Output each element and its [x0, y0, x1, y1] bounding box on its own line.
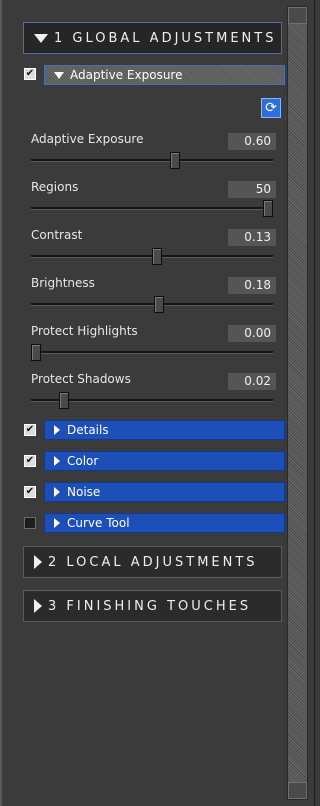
slider-track[interactable] [31, 159, 273, 162]
slider-thumb[interactable] [58, 392, 69, 409]
subsection-checkbox[interactable] [24, 517, 36, 529]
section-finishing-label: 3 FINISHING TOUCHES [48, 598, 252, 614]
slider-thumb[interactable] [170, 152, 181, 169]
section-local-label: 2 LOCAL ADJUSTMENTS [48, 554, 258, 570]
slider-value-field[interactable]: 0.60 [228, 133, 276, 150]
subsection-label: Color [67, 454, 99, 468]
subsection-label: Details [67, 423, 109, 437]
subsection-header[interactable]: Color [44, 451, 285, 471]
slider-label: Brightness [31, 276, 95, 290]
subsection-header[interactable]: Noise [44, 482, 285, 502]
scroll-up-button[interactable] [288, 7, 307, 24]
slider-label: Protect Highlights [31, 324, 138, 338]
slider-value-field[interactable]: 0.13 [228, 229, 276, 246]
subsection-checkbox[interactable]: ✔ [24, 486, 36, 498]
slider-track[interactable] [31, 351, 273, 354]
subsection-label: Curve Tool [67, 516, 130, 530]
chevron-right-icon [34, 599, 42, 613]
chevron-down-icon [34, 33, 48, 43]
slider-track[interactable] [31, 303, 273, 306]
subsection-header[interactable]: Details [44, 420, 285, 440]
refresh-icon[interactable]: ⟳ [261, 98, 281, 118]
subsection-header[interactable]: Curve Tool [44, 513, 285, 533]
slider-value-field[interactable]: 0.02 [228, 373, 276, 390]
section-global-adjustments[interactable]: 1 GLOBAL ADJUSTMENTS [23, 22, 282, 54]
section-global-label: 1 GLOBAL ADJUSTMENTS [54, 30, 277, 46]
slider-thumb[interactable] [263, 200, 273, 217]
slider-label: Protect Shadows [31, 372, 131, 386]
chevron-right-icon [34, 555, 42, 569]
slider-label: Contrast [31, 228, 83, 242]
vertical-scrollbar[interactable] [287, 6, 308, 800]
subsection-checkbox[interactable]: ✔ [24, 455, 36, 467]
chevron-right-icon [54, 456, 60, 466]
subsection-label: Noise [67, 485, 101, 499]
adjustments-panel [0, 0, 315, 806]
slider-value-field[interactable]: 0.00 [228, 325, 276, 342]
chevron-down-icon [54, 71, 64, 79]
slider-thumb[interactable] [153, 296, 164, 313]
adaptive-exposure-checkbox[interactable]: ✔ [24, 68, 36, 80]
chevron-right-icon [54, 425, 60, 435]
subsection-adaptive-exposure[interactable]: Adaptive Exposure [44, 65, 285, 85]
slider-label: Adaptive Exposure [31, 132, 144, 146]
slider-value-field[interactable]: 50 [228, 181, 276, 198]
chevron-right-icon [54, 487, 60, 497]
slider-thumb[interactable] [151, 248, 162, 265]
slider-value-field[interactable]: 0.18 [228, 277, 276, 294]
slider-track[interactable] [31, 207, 273, 210]
slider-thumb[interactable] [31, 344, 41, 361]
section-finishing-touches[interactable]: 3 FINISHING TOUCHES [23, 590, 282, 622]
subsection-checkbox[interactable]: ✔ [24, 424, 36, 436]
slider-label: Regions [31, 180, 79, 194]
section-local-adjustments[interactable]: 2 LOCAL ADJUSTMENTS [23, 546, 282, 578]
scroll-down-button[interactable] [288, 782, 307, 799]
chevron-right-icon [54, 518, 60, 528]
subsection-adaptive-exposure-label: Adaptive Exposure [70, 68, 183, 82]
